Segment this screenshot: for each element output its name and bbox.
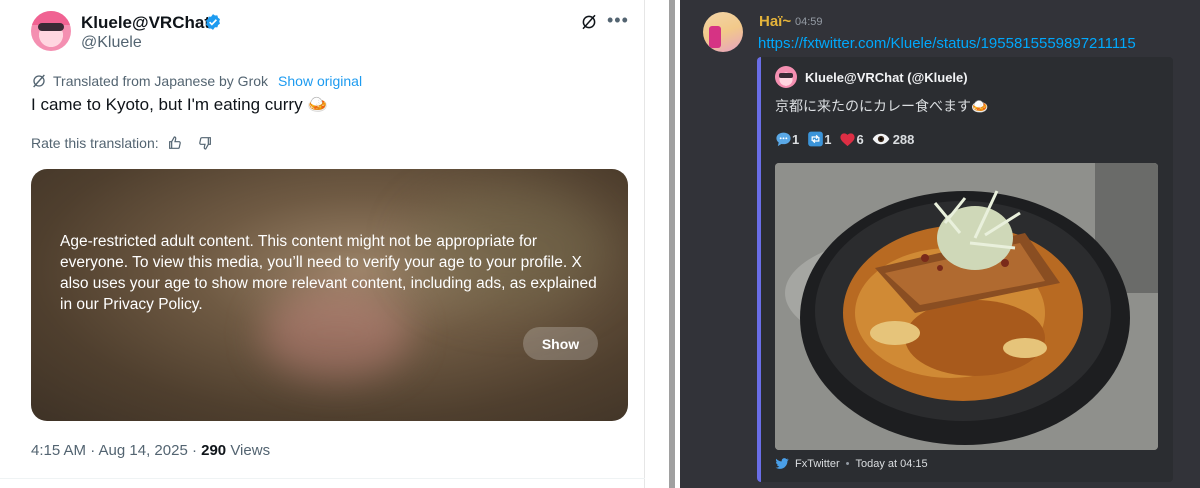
eye-icon	[872, 133, 890, 145]
grok-icon[interactable]	[580, 13, 598, 31]
avatar-sunglasses	[38, 23, 64, 31]
more-options-icon[interactable]: •••	[607, 10, 629, 31]
tweet-author-avatar[interactable]	[31, 11, 71, 51]
image-separator	[645, 0, 680, 488]
tweet-timestamp[interactable]: 4:15 AM · Aug 14, 2025 ·	[31, 442, 201, 459]
grok-icon	[33, 74, 45, 88]
message-author-avatar[interactable]	[703, 12, 743, 52]
avatar-detail	[709, 26, 721, 48]
twitter-bird-icon	[775, 458, 789, 469]
embed-stats: 1 1 6 288	[775, 131, 920, 147]
tweet-text: I came to Kyoto, but I'm eating curry 🍛	[31, 95, 329, 114]
embed-author-name[interactable]: Kluele@VRChat (@Kluele)	[805, 70, 968, 85]
tweet-author-name[interactable]: Kluele@VRChat	[81, 13, 210, 33]
rate-translation-label: Rate this translation:	[31, 135, 159, 151]
speech-bubble-icon	[776, 132, 791, 147]
discord-message-panel: Haï~ 04:59 https://fxtwitter.com/Kluele/…	[680, 0, 1200, 488]
likes-count: 6	[856, 131, 864, 147]
show-media-button[interactable]: Show	[523, 327, 598, 360]
retweet-icon	[808, 131, 824, 147]
embed-text: 京都に来たのにカレー食べます🍛	[775, 98, 989, 114]
age-restriction-warning: Age-restricted adult content. This conte…	[60, 233, 597, 313]
heart-icon	[840, 133, 856, 147]
tweet-metadata: 4:15 AM · Aug 14, 2025 · 290 Views	[31, 442, 270, 459]
verified-badge-icon	[206, 14, 220, 30]
link-embed: Kluele@VRChat (@Kluele) 京都に来たのにカレー食べます🍛 …	[757, 57, 1173, 482]
age-restricted-media: Age-restricted adult content. This conte…	[31, 169, 628, 421]
translation-notice: Translated from Japanese by Grok Show or…	[31, 73, 362, 89]
views-label: Views	[226, 442, 271, 459]
tweet-author-handle[interactable]: @Kluele	[81, 34, 142, 52]
rate-translation: Rate this translation:	[31, 135, 213, 151]
views-stat: 288	[872, 131, 915, 147]
divider	[0, 478, 645, 479]
views-count: 288	[892, 131, 915, 147]
embed-author-avatar	[775, 66, 797, 88]
thumbs-down-icon[interactable]	[197, 135, 213, 151]
footer-separator: •	[845, 458, 850, 470]
fxtwitter-link[interactable]: https://fxtwitter.com/Kluele/status/1955…	[758, 35, 1136, 52]
replies-count: 1	[792, 131, 800, 147]
tweet-panel: Kluele@VRChat @Kluele ••• Translated fro…	[0, 0, 645, 488]
footer-source: FxTwitter	[795, 458, 840, 470]
views-count: 290	[201, 442, 227, 459]
footer-time: Today at 04:15	[855, 458, 928, 470]
show-original-link[interactable]: Show original	[278, 73, 362, 89]
embed-footer: FxTwitter • Today at 04:15	[775, 458, 928, 470]
message-author-name[interactable]: Haï~	[759, 13, 791, 30]
retweets-count: 1	[824, 131, 832, 147]
likes-stat: 6	[839, 131, 864, 147]
retweets-stat: 1	[807, 131, 831, 147]
message-timestamp: 04:59	[795, 16, 823, 28]
embed-photo[interactable]	[775, 163, 1158, 450]
translated-label: Translated from Japanese by Grok	[53, 73, 269, 89]
replies-stat: 1	[775, 131, 799, 147]
separator-bar	[669, 0, 675, 488]
thumbs-up-icon[interactable]	[167, 135, 183, 151]
avatar-sunglasses	[779, 73, 793, 78]
curry-bowl-photo	[775, 163, 1158, 450]
